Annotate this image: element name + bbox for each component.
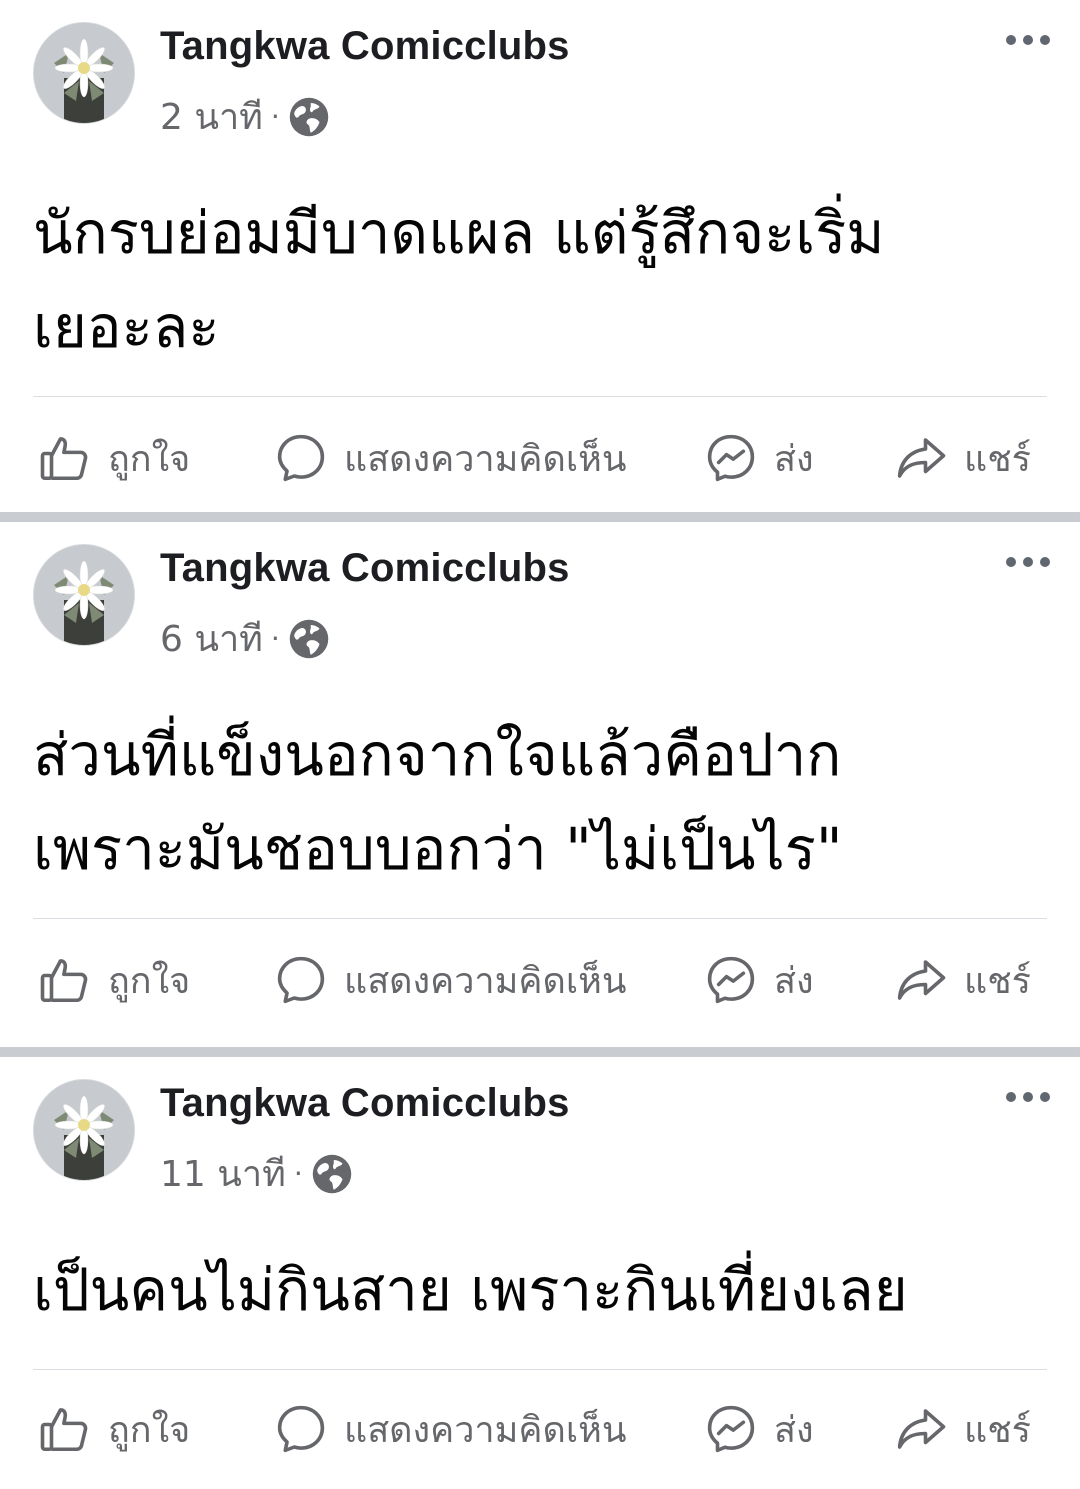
messenger-icon — [707, 1405, 755, 1453]
globe-icon — [289, 97, 329, 136]
more-options-icon[interactable] — [1006, 1085, 1050, 1109]
avatar-flower-icon — [34, 1080, 134, 1180]
share-button[interactable]: แชร์ — [894, 418, 1031, 498]
comment-icon — [277, 956, 325, 1004]
post-time[interactable]: 6 นาที — [160, 610, 263, 667]
like-label: ถูกใจ — [108, 1409, 191, 1451]
globe-icon — [289, 619, 329, 658]
send-label: ส่ง — [774, 1409, 814, 1451]
share-icon — [897, 1409, 946, 1449]
more-options-icon[interactable] — [1006, 550, 1050, 574]
like-icon — [40, 959, 88, 1003]
author-name[interactable]: Tangkwa Comicclubs — [160, 1081, 570, 1126]
avatar[interactable] — [33, 1079, 135, 1181]
globe-icon — [312, 1154, 351, 1193]
like-icon — [40, 437, 88, 481]
avatar[interactable] — [33, 544, 135, 646]
meta-separator: · — [270, 100, 280, 133]
post-meta: 6 นาที · — [160, 610, 330, 667]
share-button[interactable]: แชร์ — [894, 940, 1031, 1020]
action-bar: ถูกใจ แสดงความคิดเห็น ส่ง แชร์ — [0, 1389, 1080, 1469]
action-bar: ถูกใจ แสดงความคิดเห็น ส่ง แชร์ — [0, 418, 1080, 498]
like-button[interactable]: ถูกใจ — [38, 1389, 190, 1469]
more-options-icon[interactable] — [1006, 28, 1050, 52]
divider — [33, 396, 1047, 397]
avatar-flower-icon — [34, 23, 134, 123]
send-button[interactable]: ส่ง — [704, 418, 814, 498]
comment-button[interactable]: แสดงความคิดเห็น — [274, 1389, 626, 1469]
news-feed: Tangkwa Comicclubs 2 นาที · นักรบย่อมมีบ… — [0, 0, 1080, 1489]
like-button[interactable]: ถูกใจ — [38, 940, 190, 1020]
post-meta: 2 นาที · — [160, 88, 330, 145]
share-icon — [897, 438, 946, 478]
comment-label: แสดงความคิดเห็น — [344, 438, 627, 480]
post-text: เป็นคนไม่กินสาย เพราะกินเที่ยงเลย — [33, 1256, 908, 1324]
post: Tangkwa Comicclubs 2 นาที · นักรบย่อมมีบ… — [0, 0, 1080, 512]
send-button[interactable]: ส่ง — [704, 1389, 814, 1469]
divider — [33, 918, 1047, 919]
comment-icon — [277, 1405, 325, 1453]
share-label: แชร์ — [964, 1409, 1031, 1451]
like-button[interactable]: ถูกใจ — [38, 418, 190, 498]
send-label: ส่ง — [774, 960, 814, 1002]
avatar[interactable] — [33, 22, 135, 124]
send-button[interactable]: ส่ง — [704, 940, 814, 1020]
like-icon — [40, 1408, 88, 1452]
share-button[interactable]: แชร์ — [894, 1389, 1031, 1469]
meta-separator: · — [293, 1157, 303, 1190]
like-label: ถูกใจ — [108, 960, 191, 1002]
like-label: ถูกใจ — [108, 438, 191, 480]
messenger-icon — [707, 956, 755, 1004]
share-icon — [897, 960, 946, 1000]
post: Tangkwa Comicclubs 6 นาที · ส่วนที่แข็งน… — [0, 522, 1080, 1047]
share-label: แชร์ — [964, 960, 1031, 1002]
action-bar: ถูกใจ แสดงความคิดเห็น ส่ง แชร์ — [0, 940, 1080, 1020]
comment-button[interactable]: แสดงความคิดเห็น — [274, 418, 626, 498]
meta-separator: · — [270, 622, 280, 655]
send-label: ส่ง — [774, 438, 814, 480]
comment-button[interactable]: แสดงความคิดเห็น — [274, 940, 626, 1020]
post: Tangkwa Comicclubs 11 นาที · เป็นคนไม่กิ… — [0, 1057, 1080, 1489]
author-name[interactable]: Tangkwa Comicclubs — [160, 546, 570, 591]
author-name[interactable]: Tangkwa Comicclubs — [160, 24, 570, 69]
divider — [33, 1369, 1047, 1370]
comment-label: แสดงความคิดเห็น — [344, 1409, 627, 1451]
comment-label: แสดงความคิดเห็น — [344, 960, 627, 1002]
post-text: ส่วนที่แข็งนอกจากใจแล้วคือปาก เพราะมันชอ… — [33, 721, 843, 883]
avatar-flower-icon — [34, 545, 134, 645]
post-meta: 11 นาที · — [160, 1145, 353, 1202]
share-label: แชร์ — [964, 438, 1031, 480]
post-time[interactable]: 2 นาที — [160, 88, 263, 145]
post-time[interactable]: 11 นาที — [160, 1145, 286, 1202]
comment-icon — [277, 434, 325, 482]
post-text: นักรบย่อมมีบาดแผล แต่รู้สึกจะเริ่ม เยอะล… — [33, 199, 885, 361]
messenger-icon — [707, 434, 755, 482]
